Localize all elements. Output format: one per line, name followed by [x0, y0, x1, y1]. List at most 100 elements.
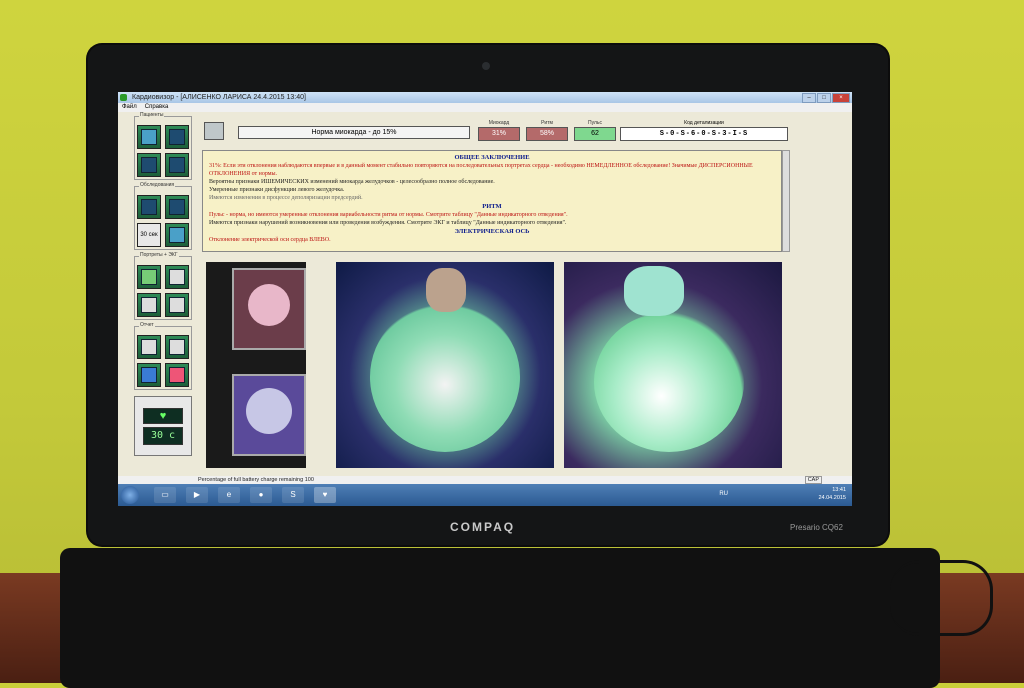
plus-icon	[141, 199, 157, 215]
compare-icon	[169, 269, 185, 285]
laptop-keyboard	[60, 548, 940, 688]
metric-myocardium-value: 31%	[478, 127, 520, 141]
taskbar: ▭ ▶ e ● S ♥ RU 13:41 24.04.2015	[118, 484, 852, 506]
table-icon	[169, 297, 185, 313]
report-print-button[interactable]	[137, 335, 161, 359]
conclusion-scrollbar[interactable]	[782, 150, 790, 252]
metric-myocardium-label: Миокард	[488, 120, 510, 126]
heart-shape	[594, 312, 744, 452]
window-title: Кардиовизор - [АЛИСЕНКО ЛАРИСА 24.4.2015…	[132, 94, 306, 101]
folder-icon[interactable]: ▭	[154, 487, 176, 503]
ecg-table-button[interactable]	[165, 293, 189, 317]
printer-icon	[141, 339, 157, 355]
start-button[interactable]	[121, 486, 139, 504]
heart-diagram	[248, 284, 290, 326]
group-report-title: Отчет	[139, 322, 155, 328]
portrait-compare-button[interactable]	[165, 265, 189, 289]
color-icon	[169, 367, 185, 383]
conclusion-panel[interactable]: ОБЩЕЕ ЗАКЛЮЧЕНИЕ 31%: Если эти отклонени…	[202, 150, 782, 252]
metric-myocardium: Миокард 31%	[478, 120, 520, 141]
menu-help[interactable]: Справка	[145, 103, 169, 112]
system-tray: RU 13:41 24.04.2015	[719, 486, 846, 502]
patient-list-button[interactable]	[137, 125, 161, 149]
axis-diagram	[246, 388, 292, 434]
minus-icon	[169, 157, 185, 173]
aorta-shape	[426, 268, 466, 312]
axis-heading: ЭЛЕКТРИЧЕСКАЯ ОСЬ	[454, 228, 530, 235]
status-timer: 30 с	[143, 426, 183, 445]
exam-add-button[interactable]	[137, 195, 161, 219]
minimize-button[interactable]: –	[802, 93, 816, 103]
group-exams-title: Обследования	[139, 182, 176, 188]
export-icon	[169, 339, 185, 355]
report-export-button[interactable]	[165, 335, 189, 359]
group-portraits: Портреты + ЭКГ	[134, 252, 192, 320]
metric-rhythm: Ритм 58%	[526, 120, 568, 141]
power-cable	[890, 560, 993, 636]
exam-30sec-label: 30 сек	[140, 232, 158, 238]
exam-record-button[interactable]	[165, 223, 189, 247]
status-box: ♥ 30 с	[134, 396, 192, 456]
maximize-button[interactable]: □	[817, 93, 831, 103]
detail-code-value: S-0-S-6-0-S-3-I-S	[620, 127, 788, 141]
laptop-model: Presario CQ62	[790, 523, 843, 532]
skype-icon[interactable]: S	[282, 487, 304, 503]
heart-shape	[370, 302, 520, 452]
plus-icon	[141, 157, 157, 173]
top-indicator-bar: Норма миокарда - до 15% Миокард 31% Ритм…	[202, 120, 842, 142]
hp-icon[interactable]: ●	[250, 487, 272, 503]
window-titlebar: Кардиовизор - [АЛИСЕНКО ЛАРИСА 24.4.2015…	[118, 92, 852, 103]
thumbnail-strip	[206, 262, 306, 468]
minus-icon	[169, 199, 185, 215]
patient-edit-button[interactable]	[165, 125, 189, 149]
menu-file[interactable]: Файл	[122, 103, 137, 112]
report-info-button[interactable]	[137, 363, 161, 387]
report-color-button[interactable]	[165, 363, 189, 387]
group-exams: Обследования 30 сек	[134, 182, 192, 250]
heart-icon: ♥	[143, 407, 183, 424]
menubar: Файл Справка	[118, 103, 852, 112]
conclusion-line: Отклонение электрической оси сердца ВЛЕВ…	[209, 237, 331, 243]
caps-indicator: CAP	[804, 476, 822, 484]
heart-icon	[141, 269, 157, 285]
clock-time[interactable]: 13:41	[818, 486, 846, 494]
webcam	[482, 62, 490, 70]
statusbar: Percentage of full battery charge remain…	[118, 476, 852, 484]
patient-add-button[interactable]	[137, 153, 161, 177]
window-controls: – □ ×	[802, 93, 850, 103]
screen: Кардиовизор - [АЛИСЕНКО ЛАРИСА 24.4.2015…	[118, 92, 852, 506]
myocardium-norm-label: Норма миокарда - до 15%	[238, 126, 470, 139]
heart-3d-view-back[interactable]	[564, 262, 782, 468]
ecg-button[interactable]	[137, 293, 161, 317]
portrait-heart-button[interactable]	[137, 265, 161, 289]
close-button[interactable]: ×	[832, 93, 850, 103]
conclusion-line: Вероятны признаки ИШЕМИЧЕСКИХ изменений …	[209, 179, 495, 185]
cardiovisor-icon[interactable]: ♥	[314, 487, 336, 503]
left-toolbar: Пациенты Обследования 30 сек Портреты + …	[134, 112, 192, 472]
monitor-icon[interactable]	[204, 122, 224, 140]
heart-3d-view-front[interactable]	[336, 262, 554, 468]
ie-icon[interactable]: e	[218, 487, 240, 503]
exam-30sec-button[interactable]: 30 сек	[137, 223, 161, 247]
heart-portrait-thumbnail[interactable]	[232, 268, 306, 350]
conclusion-line: Умеренные признаки дисфункции левого жел…	[209, 187, 345, 193]
patient-remove-button[interactable]	[165, 153, 189, 177]
group-patients-title: Пациенты	[139, 112, 165, 118]
heart-axis-thumbnail[interactable]	[232, 374, 306, 456]
metric-pulse-value: 62	[574, 127, 616, 141]
conclusion-line: 31%: Если эти отклонения наблюдаются впе…	[209, 163, 753, 177]
heart-images	[202, 260, 790, 470]
language-indicator[interactable]: RU	[719, 490, 728, 498]
conclusion-line: Пульс - норма, но имеются умеренные откл…	[209, 212, 568, 218]
app-icon	[120, 94, 127, 101]
group-report: Отчет	[134, 322, 192, 390]
media-player-icon[interactable]: ▶	[186, 487, 208, 503]
battery-status: Percentage of full battery charge remain…	[198, 477, 314, 483]
info-icon	[141, 367, 157, 383]
exam-remove-button[interactable]	[165, 195, 189, 219]
clock-date[interactable]: 24.04.2015	[818, 494, 846, 502]
metric-pulse-label: Пульс	[587, 120, 602, 126]
patient-icon	[141, 129, 157, 145]
record-icon	[169, 227, 185, 243]
rhythm-heading: РИТМ	[482, 203, 502, 210]
